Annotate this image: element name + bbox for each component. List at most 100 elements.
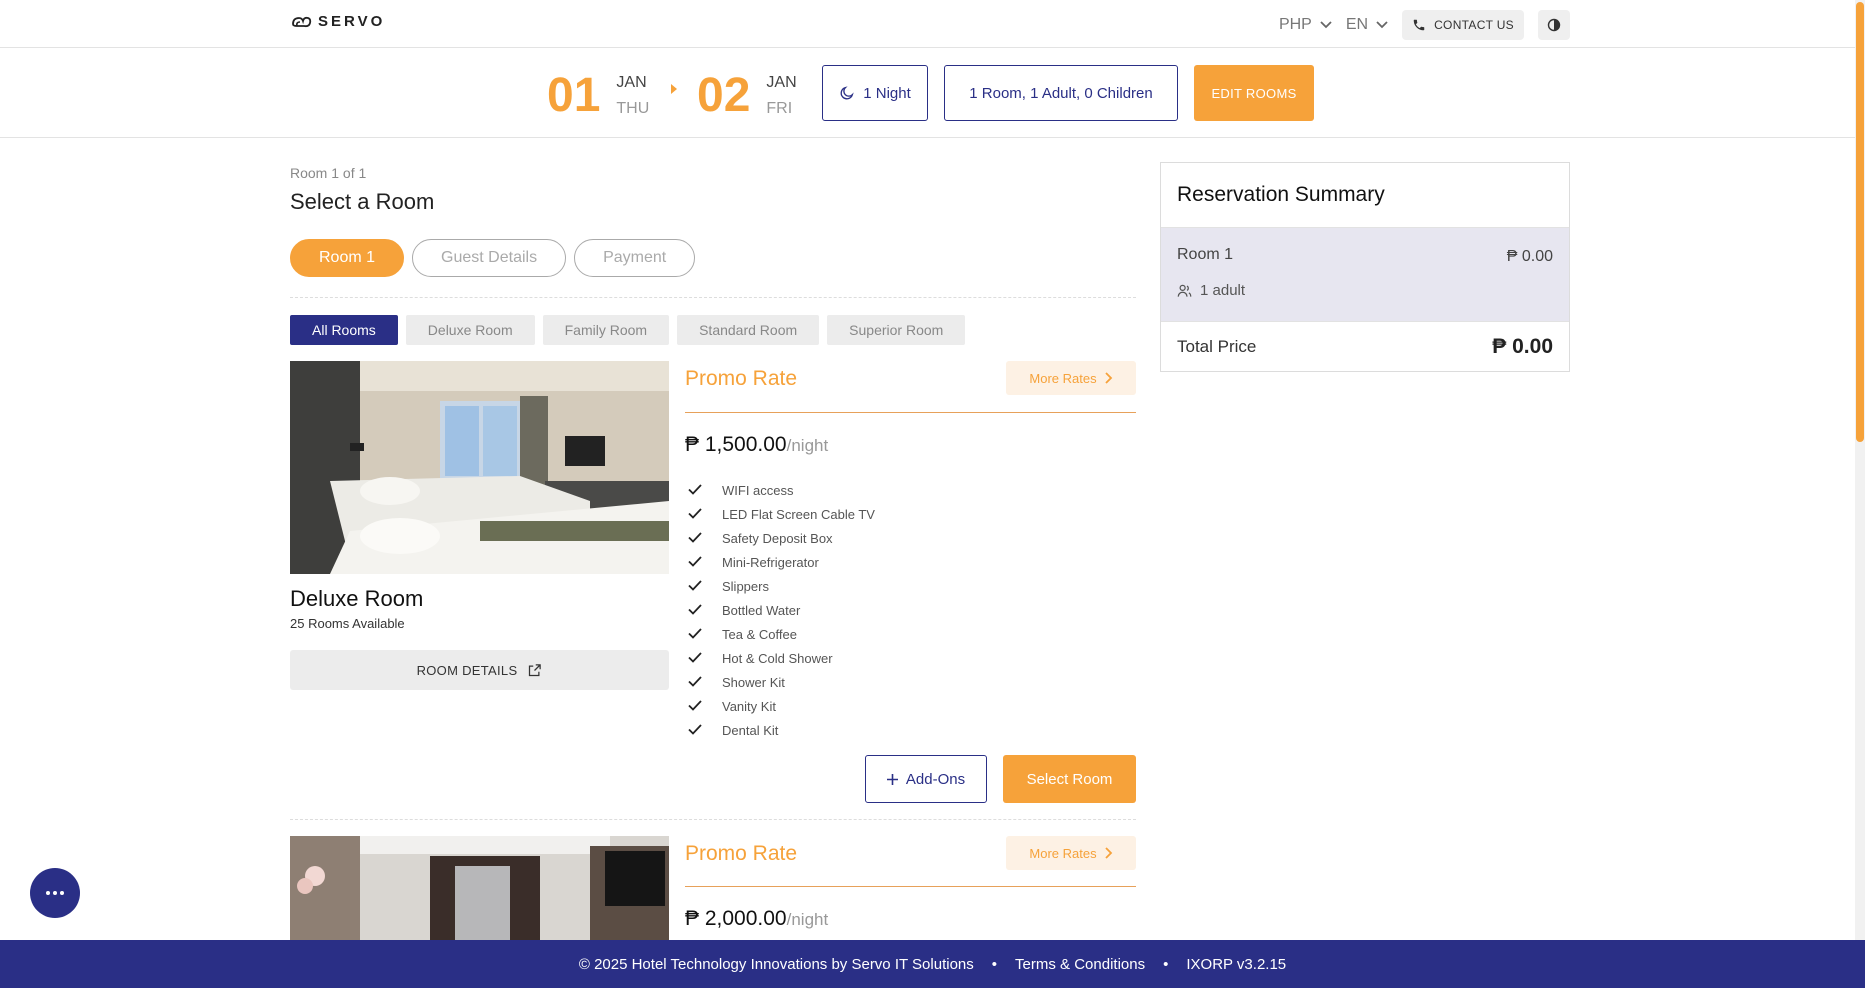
page-scrollbar[interactable] <box>1855 0 1865 940</box>
divider <box>290 819 1136 820</box>
language-select[interactable]: EN <box>1346 16 1388 34</box>
contact-us-button[interactable]: CONTACT US <box>1402 10 1524 40</box>
list-item: Slippers <box>688 574 875 598</box>
more-rates-button[interactable]: More Rates <box>1006 361 1136 395</box>
list-item: LED Flat Screen Cable TV <box>688 502 875 526</box>
top-navbar: SERVO PHP EN CONTACT US <box>0 0 1865 48</box>
room-photo-second[interactable] <box>290 836 669 940</box>
rate-title: Promo Rate <box>685 367 798 390</box>
check-icon <box>688 483 722 498</box>
price-unit: /night <box>786 436 829 455</box>
room-photo-deluxe[interactable] <box>290 361 669 574</box>
more-rates-label: More Rates <box>1029 845 1097 861</box>
check-icon <box>688 507 722 522</box>
divider <box>290 297 1136 298</box>
nights-box[interactable]: 1 Night <box>822 65 928 121</box>
room-count: Room 1 of 1 <box>290 165 367 181</box>
amenity-label: Mini-Refrigerator <box>722 554 819 570</box>
chevron-right-icon <box>1104 372 1112 384</box>
summary-total-row: Total Price ₱ 0.00 <box>1161 321 1569 371</box>
filter-deluxe-room[interactable]: Deluxe Room <box>405 315 535 345</box>
checkin-month: JAN <box>616 74 647 91</box>
external-link-icon <box>529 663 542 676</box>
edit-rooms-label: EDIT ROOMS <box>1211 85 1297 101</box>
version-label: IXORP v3.2.15 <box>1186 955 1287 973</box>
filter-standard-room[interactable]: Standard Room <box>677 315 820 345</box>
select-room-label: Select Room <box>1026 770 1113 788</box>
amenity-label: Tea & Coffee <box>722 626 797 642</box>
checkin-weekday: THU <box>616 100 650 117</box>
summary-title: Reservation Summary <box>1161 163 1569 228</box>
check-icon <box>688 723 722 738</box>
contact-us-label: CONTACT US <box>1434 18 1514 32</box>
list-item: Mini-Refrigerator <box>688 550 875 574</box>
amenity-label: Hot & Cold Shower <box>722 650 833 666</box>
list-item: Safety Deposit Box <box>688 526 875 550</box>
summary-adults: 1 adult <box>1177 282 1553 299</box>
add-ons-button[interactable]: Add-Ons <box>865 755 987 803</box>
amenity-label: Safety Deposit Box <box>722 530 833 546</box>
contrast-icon <box>1547 18 1561 32</box>
guests-box[interactable]: 1 Room, 1 Adult, 0 Children <box>944 65 1178 121</box>
guests-label: 1 Room, 1 Adult, 0 Children <box>969 84 1153 102</box>
add-ons-label: Add-Ons <box>905 770 966 788</box>
reservation-summary: Reservation Summary Room 1 ₱ 0.00 1 adul… <box>1160 162 1570 372</box>
amenity-label: Dental Kit <box>722 722 779 738</box>
page-title: Select a Room <box>290 189 435 214</box>
date-arrow-icon <box>670 82 678 100</box>
users-icon <box>1177 284 1192 297</box>
servo-logo[interactable]: SERVO <box>290 13 385 30</box>
list-item: Hot & Cold Shower <box>688 646 875 670</box>
room-details-label: ROOM DETAILS <box>416 662 518 678</box>
amenity-label: Slippers <box>722 578 769 594</box>
check-icon <box>688 699 722 714</box>
room-name: Deluxe Room <box>290 586 424 611</box>
chevron-down-icon <box>1376 21 1388 29</box>
room-price: ₱ 2,000.00/night <box>685 907 828 931</box>
step-guest-details[interactable]: Guest Details <box>412 239 567 277</box>
amenity-label: Shower Kit <box>722 674 785 690</box>
more-rates-button[interactable]: More Rates <box>1006 836 1136 870</box>
summary-room-row: Room 1 ₱ 0.00 1 adult <box>1161 228 1569 321</box>
room-type-filters: All Rooms Deluxe Room Family Room Standa… <box>290 315 966 345</box>
footer: © 2025 Hotel Technology Innovations by S… <box>0 940 1865 988</box>
step-payment[interactable]: Payment <box>574 239 696 277</box>
terms-link[interactable]: Terms & Conditions <box>1015 956 1145 973</box>
edit-rooms-button[interactable]: EDIT ROOMS <box>1194 65 1314 121</box>
amenity-label: LED Flat Screen Cable TV <box>722 506 875 522</box>
room-details-button[interactable]: ROOM DETAILS <box>290 650 669 690</box>
more-rates-label: More Rates <box>1029 370 1097 386</box>
logo-text: SERVO <box>318 13 386 30</box>
summary-adults-label: 1 adult <box>1200 282 1246 299</box>
language-value: EN <box>1345 16 1369 33</box>
currency-select[interactable]: PHP <box>1279 16 1332 34</box>
check-icon <box>688 627 722 642</box>
amenity-label: Vanity Kit <box>722 698 776 714</box>
theme-toggle-button[interactable] <box>1538 10 1570 40</box>
filter-all-rooms[interactable]: All Rooms <box>290 315 398 345</box>
plus-icon <box>886 773 898 785</box>
step-room-1[interactable]: Room 1 <box>290 239 405 277</box>
rate-divider <box>685 886 1136 887</box>
footer-separator: • <box>991 955 998 973</box>
nights-label: 1 Night <box>863 84 911 102</box>
checkout-date[interactable]: 02 JAN FRI <box>697 70 797 122</box>
filter-family-room[interactable]: Family Room <box>542 315 670 345</box>
check-icon <box>688 603 722 618</box>
select-room-button[interactable]: Select Room <box>1003 755 1136 803</box>
footer-separator: • <box>1163 955 1169 973</box>
filter-superior-room[interactable]: Superior Room <box>827 315 966 345</box>
amenity-list: WIFI access LED Flat Screen Cable TV Saf… <box>688 478 875 742</box>
scrollbar-thumb[interactable] <box>1856 2 1864 442</box>
list-item: Shower Kit <box>688 670 875 694</box>
checkin-date[interactable]: 01 JAN THU <box>547 70 649 122</box>
chat-menu-button[interactable] <box>30 868 80 918</box>
check-icon <box>688 651 722 666</box>
checkin-day: 01 <box>547 69 601 122</box>
room-availability: 25 Rooms Available <box>290 616 405 631</box>
price-value: 1,500.00 <box>704 433 787 456</box>
list-item: Vanity Kit <box>688 694 875 718</box>
checkout-weekday: FRI <box>766 100 793 117</box>
list-item: Tea & Coffee <box>688 622 875 646</box>
checkout-day: 02 <box>697 69 751 122</box>
